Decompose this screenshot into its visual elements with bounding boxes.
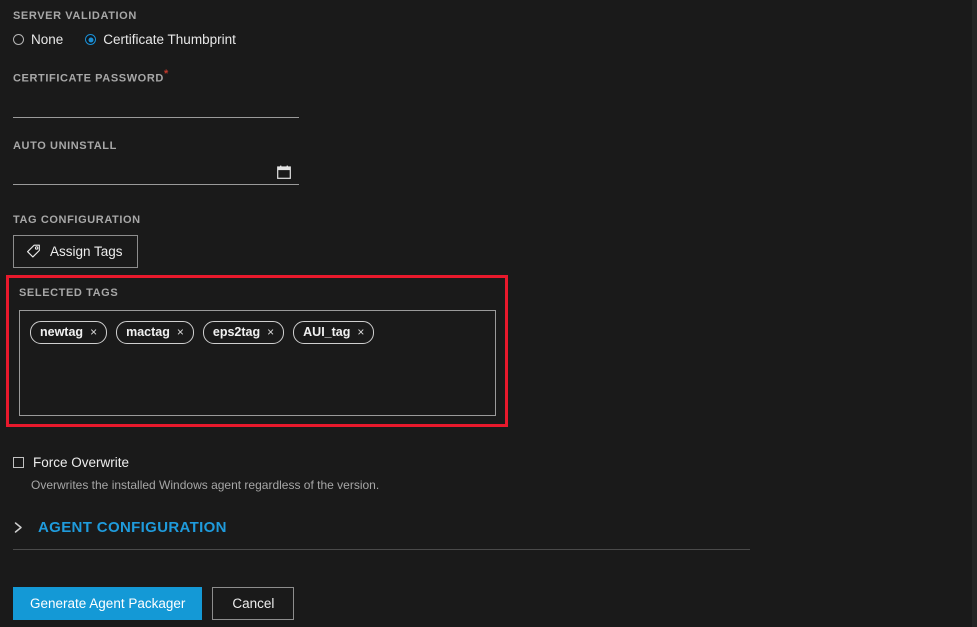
tag-chip[interactable]: AUI_tag × — [293, 321, 375, 344]
tag-chip[interactable]: eps2tag × — [202, 321, 285, 344]
required-asterisk-icon: * — [163, 68, 169, 80]
form-actions: Generate Agent Packager Cancel — [13, 587, 295, 620]
server-validation-label: SERVER VALIDATION — [13, 10, 137, 22]
tag-chip-label: AUI_tag — [303, 325, 351, 339]
page-scrollbar[interactable] — [972, 0, 977, 627]
selected-tags-highlight-box: SELECTED TAGS newtag × mactag × eps2tag … — [6, 275, 508, 427]
tag-chip-remove-icon[interactable]: × — [90, 324, 97, 340]
calendar-icon[interactable] — [277, 165, 291, 179]
chevron-right-icon — [13, 521, 24, 534]
server-validation-options: None Certificate Thumbprint — [13, 32, 258, 47]
radio-option-certificate-thumbprint[interactable]: Certificate Thumbprint — [85, 32, 236, 47]
auto-uninstall-label: AUTO UNINSTALL — [13, 140, 117, 152]
radio-icon-certificate-thumbprint — [85, 34, 97, 45]
radio-option-none[interactable]: None — [13, 32, 63, 47]
tag-chip[interactable]: newtag × — [30, 321, 108, 344]
certificate-password-label: CERTIFICATE PASSWORD* — [13, 68, 299, 85]
cancel-button[interactable]: Cancel — [212, 587, 295, 620]
agent-configuration-divider — [13, 549, 750, 550]
certificate-password-field: CERTIFICATE PASSWORD* — [13, 68, 299, 118]
agent-configuration-section: AGENT CONFIGURATION — [13, 519, 750, 550]
checkbox-icon-force-overwrite — [13, 457, 24, 468]
auto-uninstall-input-wrap[interactable] — [13, 152, 299, 185]
tag-icon — [26, 244, 41, 259]
radio-label-none: None — [31, 32, 64, 47]
tag-configuration-label: TAG CONFIGURATION — [13, 214, 141, 226]
tag-chip-remove-icon[interactable]: × — [357, 324, 364, 340]
tag-configuration-group: TAG CONFIGURATION Assign Tags — [13, 214, 141, 268]
radio-icon-none — [13, 34, 24, 45]
certificate-password-label-text: CERTIFICATE PASSWORD — [13, 72, 164, 85]
assign-tags-button[interactable]: Assign Tags — [13, 235, 138, 268]
certificate-password-input[interactable] — [13, 84, 299, 117]
force-overwrite-helper-text: Overwrites the installed Windows agent r… — [31, 478, 380, 492]
agent-configuration-title: AGENT CONFIGURATION — [38, 519, 227, 536]
tag-chip[interactable]: mactag × — [116, 321, 194, 344]
selected-tags-label: SELECTED TAGS — [19, 287, 119, 299]
assign-tags-button-label: Assign Tags — [50, 244, 123, 259]
tag-chip-remove-icon[interactable]: × — [177, 324, 184, 340]
tag-chip-label: eps2tag — [212, 325, 261, 339]
tag-chip-label: mactag — [126, 325, 170, 339]
auto-uninstall-date-input[interactable] — [13, 152, 299, 184]
tag-chip-remove-icon[interactable]: × — [267, 324, 274, 340]
auto-uninstall-field: AUTO UNINSTALL — [13, 140, 299, 185]
force-overwrite-label: Force Overwrite — [33, 455, 130, 470]
radio-label-certificate-thumbprint: Certificate Thumbprint — [103, 32, 236, 47]
certificate-password-input-wrap[interactable] — [13, 84, 299, 118]
tag-chip-label: newtag — [40, 325, 84, 339]
selected-tags-container[interactable]: newtag × mactag × eps2tag × AUI_tag × — [19, 310, 496, 416]
force-overwrite-checkbox-row[interactable]: Force Overwrite — [13, 455, 379, 470]
agent-configuration-toggle[interactable]: AGENT CONFIGURATION — [13, 519, 750, 549]
force-overwrite-group: Force Overwrite Overwrites the installed… — [13, 455, 379, 492]
tag-chip-list: newtag × mactag × eps2tag × AUI_tag × — [30, 321, 485, 344]
agent-packager-form: SERVER VALIDATION None Certificate Thumb… — [0, 0, 977, 627]
generate-agent-packager-button[interactable]: Generate Agent Packager — [13, 587, 203, 620]
server-validation-group: SERVER VALIDATION None Certificate Thumb… — [13, 10, 258, 47]
